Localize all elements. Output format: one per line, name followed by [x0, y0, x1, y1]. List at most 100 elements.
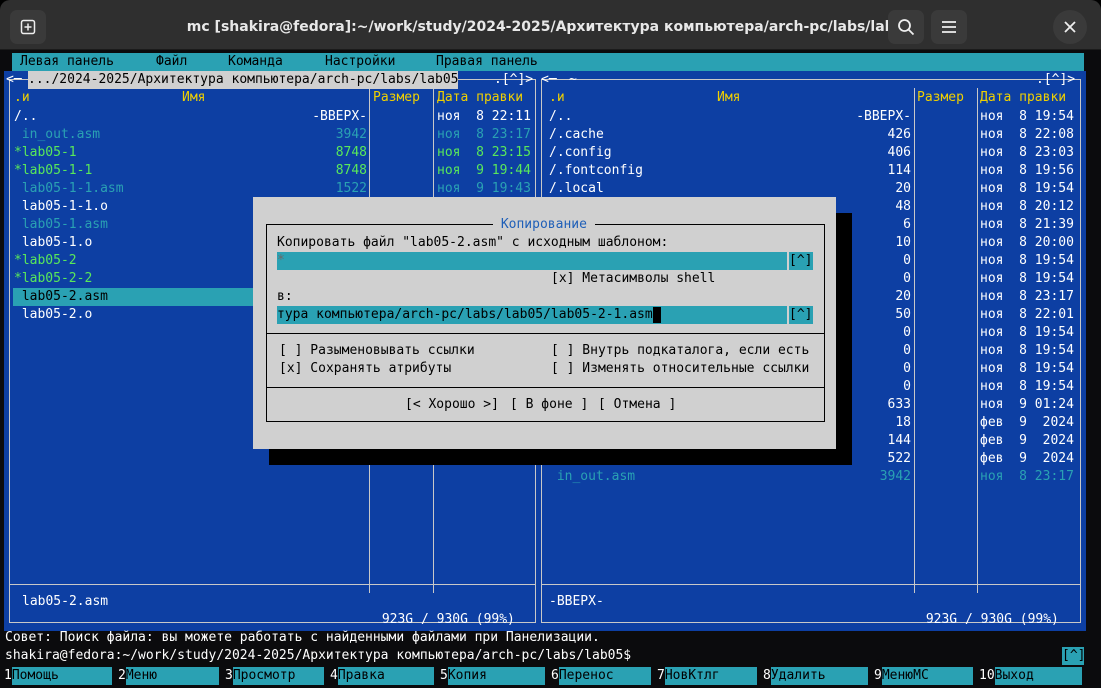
menu-left-panel[interactable]: Левая панель	[20, 54, 114, 69]
file-row[interactable]: /.local 20 ноя 8 19:54	[541, 180, 1081, 198]
menu-command[interactable]: Команда	[228, 54, 283, 69]
file-name: *lab05-2-2	[14, 271, 93, 286]
file-size: 18	[895, 415, 911, 430]
file-row[interactable]: /.. -ВВЕРХ-ноя 8 19:54	[541, 108, 1081, 126]
shell-prompt[interactable]: shakira@fedora:~/work/study/2024-2025/Ар…	[5, 647, 631, 665]
copy-dialog[interactable]: Копирование Копировать файл "lab05-2.asm…	[253, 197, 836, 449]
hamburger-icon	[942, 21, 956, 33]
file-name: lab05-1-1.asm	[14, 181, 124, 196]
background-button[interactable]: [ В фоне ]	[510, 396, 588, 414]
file-row[interactable]: *lab05-1-1 8748 ноя 9 19:44	[4, 162, 534, 180]
col-sort[interactable]: .и	[549, 90, 565, 105]
shell-patterns-checkbox[interactable]: [x] Метасимволы shell	[551, 270, 715, 288]
fkey-1[interactable]: 1Помощь	[4, 667, 112, 685]
fkey-number: 10	[979, 668, 995, 683]
mc-menubar: Левая панель Файл Команда Настройки Прав…	[12, 53, 1084, 71]
file-row[interactable]: lab05-2.asm	[13, 288, 258, 306]
file-size: 6	[903, 217, 911, 232]
file-row[interactable]: /.fontconfig 114 ноя 8 19:56	[541, 162, 1081, 180]
file-date: ноя 8 19:54	[980, 253, 1074, 268]
fkey-number: 6	[551, 668, 559, 683]
fkey-6[interactable]: 6Перенос	[551, 667, 651, 685]
right-disk: 923G / 930G (99%)	[918, 612, 1067, 627]
file-date: ноя 8 19:54	[980, 109, 1074, 124]
close-button[interactable]	[1053, 10, 1087, 44]
file-date: ноя 9 19:43	[437, 181, 531, 196]
source-history-button[interactable]: [^]	[789, 252, 813, 270]
col-date[interactable]: Дата правки	[437, 90, 523, 105]
dive-subdir-checkbox[interactable]: [ ] Внутрь подкаталога, если есть	[551, 342, 809, 360]
fkey-7[interactable]: 7НовКтлг	[657, 667, 757, 685]
file-size: 1522	[335, 181, 367, 196]
prompt-history-button[interactable]: [^]	[1062, 647, 1085, 665]
file-date: ноя 9 19:44	[437, 163, 531, 178]
file-date: ноя 8 23:15	[437, 145, 531, 160]
dereference-checkbox[interactable]: [ ] Разыменовывать ссылки	[279, 342, 475, 360]
window-titlebar: mc [shakira@fedora]:~/work/study/2024-20…	[0, 0, 1101, 50]
file-row[interactable]: /.. -ВВЕРХ-ноя 8 22:11	[4, 108, 534, 126]
file-size: 20	[895, 181, 911, 196]
file-row[interactable]: in_out.asm 3942 ноя 8 23:17	[541, 468, 1081, 486]
file-size: 522	[887, 451, 911, 466]
fkey-number: 9	[874, 668, 882, 683]
fkey-4[interactable]: 4Правка	[330, 667, 434, 685]
cursor	[652, 306, 661, 323]
file-size: 0	[903, 361, 911, 376]
file-row[interactable]: *lab05-1 8748 ноя 8 23:15	[4, 144, 534, 162]
dest-history-button[interactable]: [^]	[789, 306, 813, 324]
file-size: 0	[903, 325, 911, 340]
preserve-attributes-checkbox[interactable]: [x] Сохранять атрибуты	[279, 360, 451, 378]
menu-right-panel[interactable]: Правая панель	[436, 54, 538, 69]
fkey-number: 3	[225, 668, 233, 683]
col-name[interactable]: Имя	[717, 90, 740, 105]
col-sort[interactable]: .и	[14, 90, 30, 105]
file-name: lab05-1.asm	[14, 217, 108, 232]
col-date[interactable]: Дата правки	[980, 90, 1066, 105]
file-size: 3942	[879, 469, 911, 484]
fkey-8[interactable]: 8Удалить	[763, 667, 868, 685]
fkey-3[interactable]: 3Просмотр	[225, 667, 324, 685]
fkey-label: МенюMC	[881, 667, 973, 685]
file-row[interactable]: /.config 406 ноя 8 23:03	[541, 144, 1081, 162]
col-size[interactable]: Размер	[917, 90, 964, 105]
cancel-button[interactable]: [ Отмена ]	[598, 396, 676, 414]
left-panel-corner[interactable]: .[^]>	[494, 71, 533, 89]
col-name[interactable]: Имя	[182, 90, 205, 105]
menu-button[interactable]	[931, 10, 967, 44]
file-size: 426	[887, 127, 911, 142]
file-name: lab05-2.asm	[14, 289, 108, 304]
menu-file[interactable]: Файл	[156, 54, 187, 69]
fkey-10[interactable]: 10Выход	[979, 667, 1082, 685]
hint-line: Совет: Поиск файла: вы можете работать с…	[5, 630, 600, 645]
file-date: ноя 8 19:54	[980, 181, 1074, 196]
stable-symlinks-checkbox[interactable]: [ ] Изменять относительные ссылки	[551, 360, 809, 378]
right-status: -ВВЕРХ-	[549, 594, 604, 609]
col-size[interactable]: Размер	[373, 90, 420, 105]
right-panel-corner[interactable]: .[^]>	[1036, 71, 1075, 89]
file-date: ноя 8 22:11	[437, 109, 531, 124]
file-date: ноя 8 20:12	[980, 199, 1074, 214]
ok-button[interactable]: [< Хорошо >]	[405, 396, 499, 414]
fkey-5[interactable]: 5Копия	[440, 667, 545, 685]
search-button[interactable]	[888, 10, 924, 44]
file-row[interactable]: lab05-1-1.asm 1522 ноя 9 19:43	[4, 180, 534, 198]
file-name: /.cache	[549, 127, 604, 142]
divider	[541, 584, 1081, 585]
dest-input[interactable]: тура компьютера/arch-pc/labs/lab05/lab05…	[277, 306, 787, 324]
left-panel-path[interactable]: .../2024-2025/Архитектура компьютера/arc…	[28, 71, 459, 89]
fkey-label: Копия	[447, 667, 545, 685]
fkey-2[interactable]: 2Меню	[118, 667, 219, 685]
fkey-label: Помощь	[11, 667, 112, 685]
dialog-shadow	[269, 449, 852, 465]
fkey-9[interactable]: 9МенюMC	[874, 667, 973, 685]
file-row[interactable]: /.cache 426 ноя 8 22:08	[541, 126, 1081, 144]
menu-options[interactable]: Настройки	[325, 54, 395, 69]
file-row[interactable]: in_out.asm 3942 ноя 8 23:17	[4, 126, 534, 144]
file-size: 0	[903, 271, 911, 286]
file-name: *lab05-2	[14, 253, 77, 268]
right-panel-path[interactable]: ~	[569, 71, 577, 89]
file-size: -ВВЕРХ-	[312, 109, 367, 124]
source-mask-input[interactable]: *	[277, 252, 787, 270]
file-name: /.fontconfig	[549, 163, 643, 178]
file-size: 633	[887, 397, 911, 412]
